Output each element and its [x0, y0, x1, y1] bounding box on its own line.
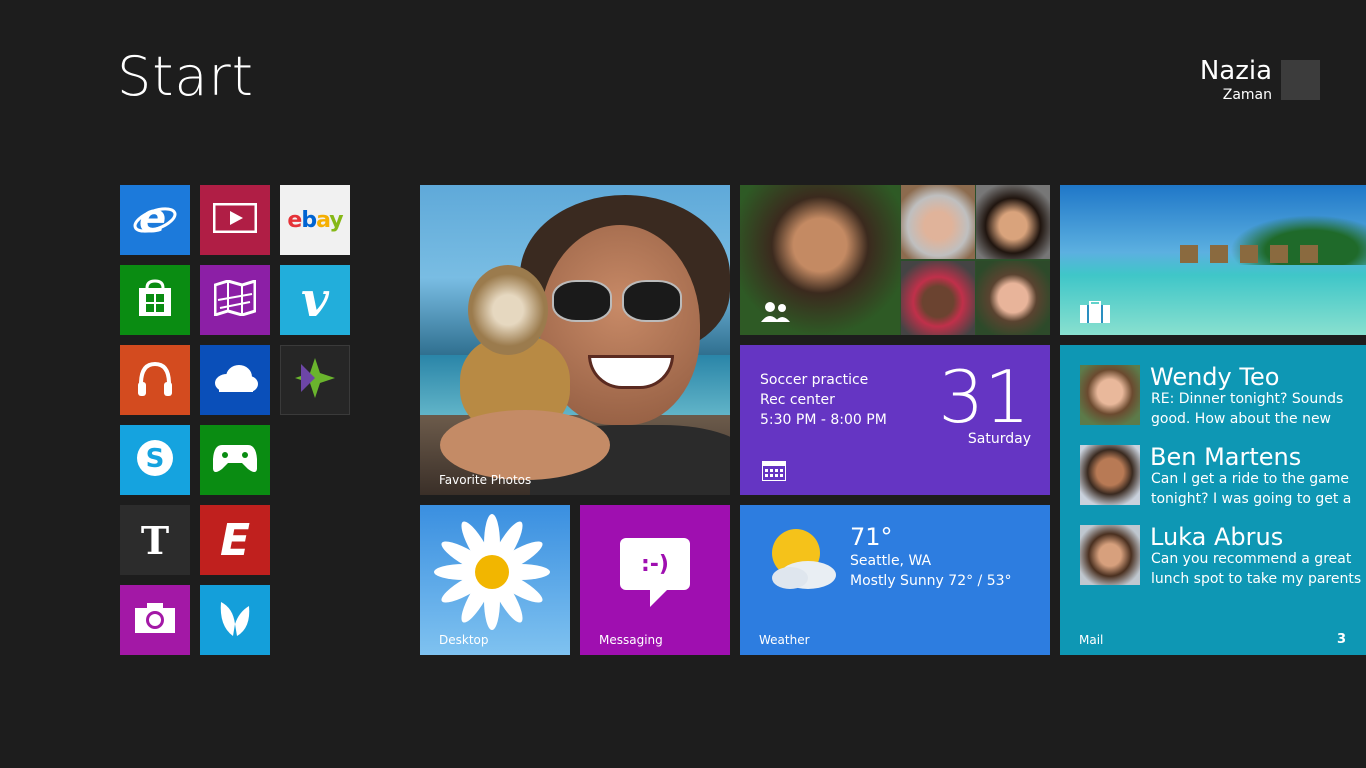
sender-avatar	[1080, 445, 1140, 505]
calendar-location: Rec center	[760, 392, 835, 408]
store-tile[interactable]	[120, 265, 190, 335]
sender-avatar	[1080, 365, 1140, 425]
photo-sunglasses	[552, 280, 682, 322]
video-icon	[212, 202, 258, 237]
tile-label: Messaging	[599, 633, 663, 647]
games-icon	[212, 441, 258, 479]
suitcase-icon	[1080, 301, 1110, 323]
vimeo-icon: v	[301, 272, 329, 328]
weather-condition: Mostly Sunny 72° / 53°	[850, 573, 1012, 589]
tile-label: Weather	[759, 633, 810, 647]
huts	[1180, 245, 1330, 263]
mail-sender: Luka Abrus	[1150, 523, 1284, 551]
calendar-weekday: Saturday	[967, 431, 1031, 447]
store-icon	[135, 278, 175, 322]
speech-bubble-icon: :-)	[620, 538, 690, 590]
internet-explorer-icon: e	[133, 196, 177, 244]
calendar-icon	[762, 461, 786, 481]
person-photo	[901, 261, 975, 335]
butterfly-app-icon	[217, 596, 253, 644]
video-tile[interactable]	[200, 185, 270, 255]
svg-text:e: e	[139, 196, 166, 240]
espn-tile[interactable]: E	[200, 505, 270, 575]
user-account[interactable]: Nazia Zaman	[1200, 56, 1272, 104]
ebay-icon: ebay	[287, 207, 343, 233]
vimeo-tile[interactable]: v	[280, 265, 350, 335]
camera-icon	[134, 602, 176, 638]
etrade-icon	[293, 356, 337, 404]
music-tile[interactable]	[120, 345, 190, 415]
avatar[interactable]	[1281, 60, 1320, 100]
tile-label: Mail	[1079, 633, 1104, 647]
camera-tile[interactable]	[120, 585, 190, 655]
ebay-tile[interactable]: ebay	[280, 185, 350, 255]
tile-label: Desktop	[439, 633, 489, 647]
user-first-name: Nazia	[1199, 56, 1272, 86]
mail-snippet: RE: Dinner tonight? Sounds good. How abo…	[1151, 391, 1344, 427]
skype-tile[interactable]: S	[120, 425, 190, 495]
weather-city: Seattle, WA	[850, 553, 932, 569]
photo-monkey-head	[468, 265, 548, 355]
butterfly-app-tile[interactable]	[200, 585, 270, 655]
calendar-time: 5:30 PM - 8:00 PM	[760, 412, 887, 428]
mail-message[interactable]: Luka Abrus Can you recommend a great lunc…	[1080, 523, 1366, 587]
photo-hands	[440, 410, 610, 480]
calendar-day: 31	[938, 355, 1030, 439]
desktop-tile[interactable]: Desktop	[420, 505, 570, 655]
internet-explorer-tile[interactable]: e	[120, 185, 190, 255]
weather-temperature: 71°	[850, 523, 893, 551]
mail-sender: Wendy Teo	[1150, 363, 1280, 391]
person-photo	[901, 185, 975, 259]
skydrive-tile[interactable]	[200, 345, 270, 415]
messaging-tile[interactable]: :-) Messaging	[580, 505, 730, 655]
calendar-tile[interactable]: Soccer practice Rec center 5:30 PM - 8:0…	[740, 345, 1050, 495]
speech-bubble-tail	[650, 589, 668, 607]
skydrive-icon	[211, 363, 259, 397]
favorite-photos-tile[interactable]: Favorite Photos	[420, 185, 730, 495]
page-title: Start	[117, 45, 254, 108]
nytimes-icon: T	[140, 517, 170, 563]
tile-label: Favorite Photos	[439, 473, 532, 487]
calendar-event: Soccer practice	[760, 372, 869, 388]
daisy-image	[434, 514, 550, 630]
unread-count-badge: 3	[1336, 632, 1346, 647]
mail-snippet: Can I get a ride to the game tonight? I …	[1151, 471, 1352, 507]
music-icon	[135, 358, 175, 402]
emoticon: :-)	[641, 551, 669, 577]
person-photo	[976, 185, 1050, 259]
weather-tile[interactable]: 71° Seattle, WA Mostly Sunny 72° / 53° W…	[740, 505, 1050, 655]
mail-message[interactable]: Wendy Teo RE: Dinner tonight? Sounds good…	[1080, 363, 1366, 427]
people-tile[interactable]	[740, 185, 1050, 335]
sender-avatar	[1080, 525, 1140, 585]
user-last-name: Zaman	[1222, 87, 1272, 103]
svg-text:S: S	[146, 444, 165, 474]
maps-icon	[213, 278, 257, 320]
mail-tile[interactable]: Wendy Teo RE: Dinner tonight? Sounds good…	[1060, 345, 1366, 655]
espn-icon: E	[219, 514, 251, 566]
games-tile[interactable]	[200, 425, 270, 495]
people-icon	[761, 302, 790, 322]
person-photo	[976, 261, 1050, 335]
travel-tile[interactable]	[1060, 185, 1366, 335]
nytimes-tile[interactable]: T	[120, 505, 190, 575]
etrade-tile[interactable]	[280, 345, 350, 415]
sun-cloud-icon	[772, 529, 836, 589]
skype-icon: S	[133, 436, 177, 484]
mail-snippet: Can you recommend a great lunch spot to …	[1151, 551, 1362, 587]
mail-sender: Ben Martens	[1150, 443, 1302, 471]
mail-message[interactable]: Ben Martens Can I get a ride to the game …	[1080, 443, 1366, 507]
maps-tile[interactable]	[200, 265, 270, 335]
